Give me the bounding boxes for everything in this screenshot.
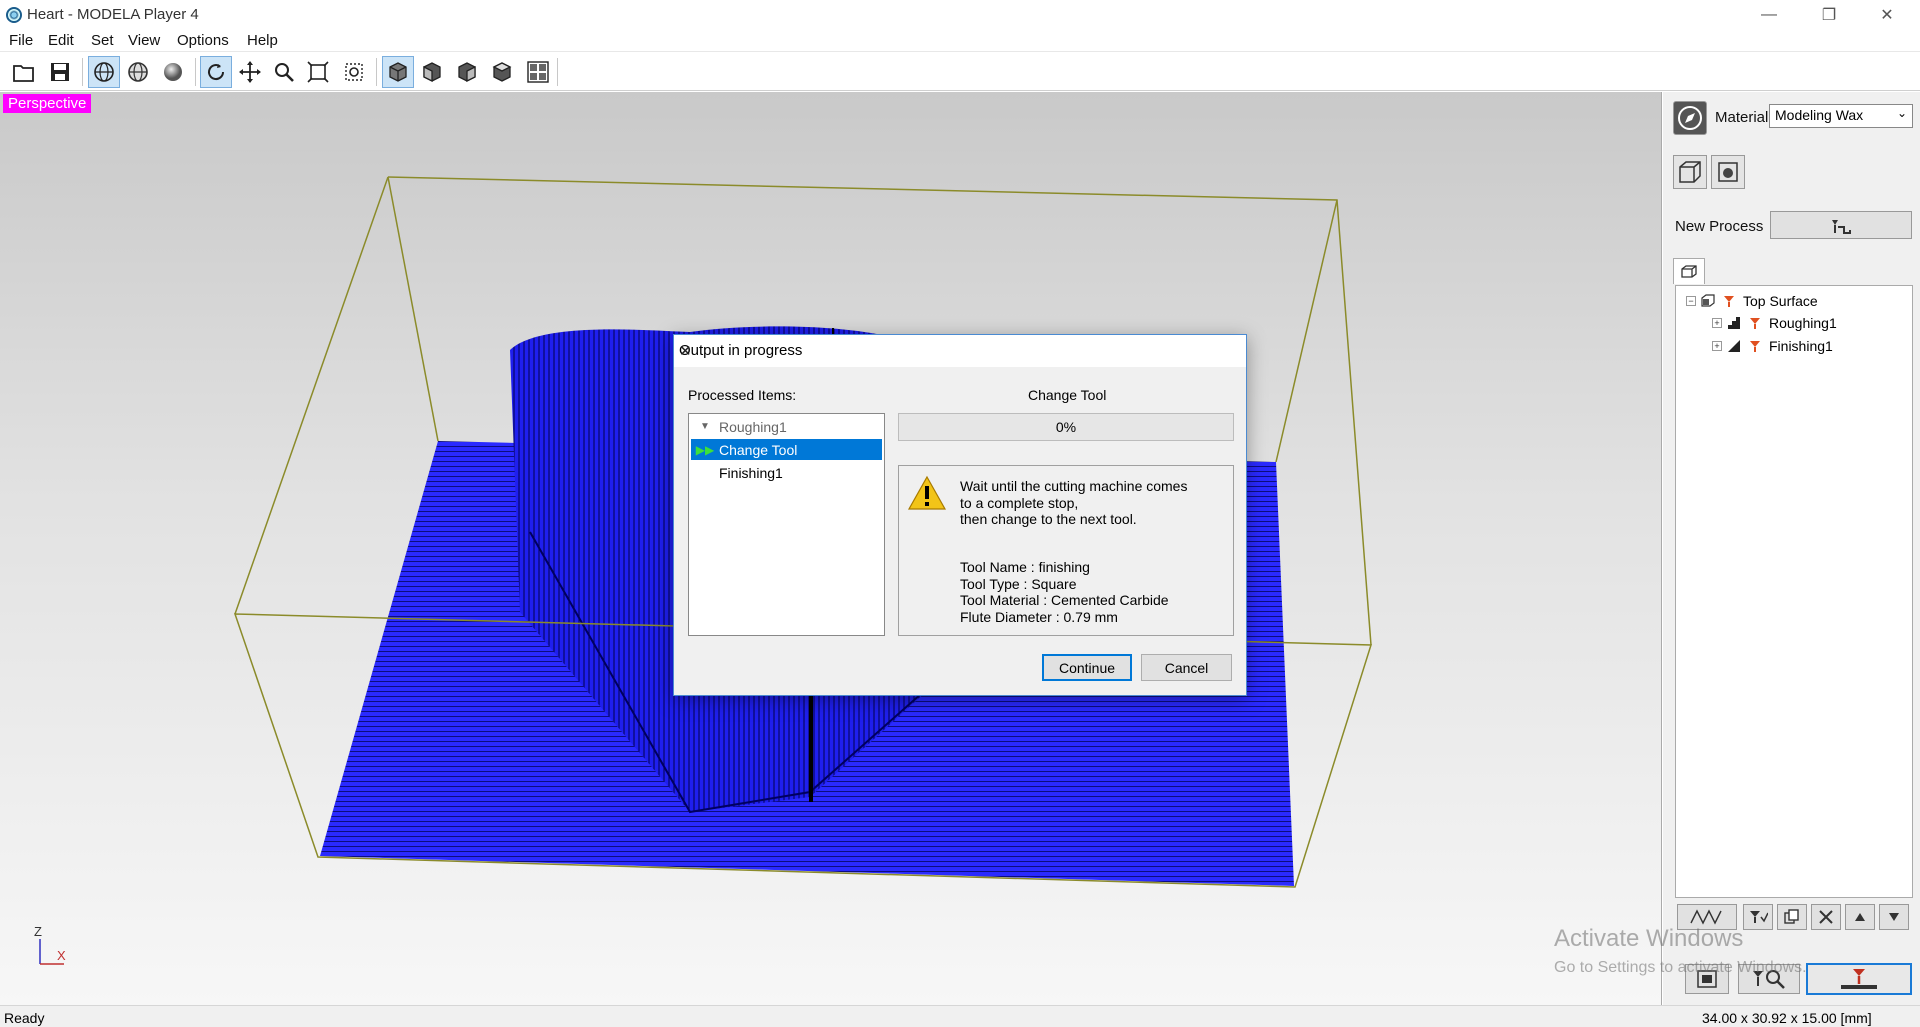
fast-forward-icon: ▶▶ <box>695 442 715 457</box>
tree-item-roughing1[interactable]: + Roughing1 <box>1712 313 1837 333</box>
tree-item-finishing1[interactable]: + Finishing1 <box>1712 336 1833 356</box>
processed-items-list: ▼ Roughing1 ▶▶ Change Tool Finishing1 <box>688 413 885 636</box>
list-item-current[interactable]: ▶▶ Change Tool <box>691 439 882 460</box>
material-label: Material <box>1715 109 1769 126</box>
stock-box-icon[interactable] <box>1673 155 1707 189</box>
new-process-button[interactable] <box>1770 211 1912 239</box>
restore-button[interactable]: ❐ <box>1800 0 1858 30</box>
move-up-icon[interactable] <box>1845 904 1875 930</box>
status-bar: Ready 34.00 x 30.92 x 15.00 [mm] <box>0 1005 1920 1027</box>
delete-icon[interactable] <box>1811 904 1841 930</box>
view-top-icon[interactable] <box>486 56 518 88</box>
output-dialog: Output in progress ✕ Processed Items: ▼ … <box>673 334 1247 696</box>
minimize-button[interactable]: — <box>1740 0 1798 30</box>
milling-tool-icon <box>1724 296 1734 307</box>
zoom-icon[interactable] <box>268 56 300 88</box>
compass-icon[interactable] <box>1673 101 1707 135</box>
tool-material: Tool Material : Cemented Carbide <box>960 592 1169 608</box>
view-label: Perspective <box>3 94 92 113</box>
rotate-icon[interactable] <box>200 56 232 88</box>
processed-items-label: Processed Items: <box>688 387 797 403</box>
window-title: Heart - MODELA Player 4 <box>27 6 199 23</box>
dialog-title-bar: Output in progress ✕ <box>674 335 1246 367</box>
expand-icon[interactable]: + <box>1712 318 1722 328</box>
hidden-line-view-icon[interactable] <box>122 56 154 88</box>
tree-item-top-surface[interactable]: − Top Surface <box>1686 291 1818 311</box>
view-side-icon[interactable] <box>451 56 483 88</box>
axis-z-label: Z <box>34 924 42 939</box>
tree-label: Top Surface <box>1743 293 1818 309</box>
material-value: Modeling Wax <box>1775 107 1864 123</box>
progress-text: 0% <box>1055 419 1077 435</box>
list-item-label: Finishing1 <box>719 464 783 481</box>
menu-bar: File Edit Set View Options Help <box>0 30 1920 52</box>
wireframe-view-icon[interactable] <box>88 56 120 88</box>
activation-watermark-subtitle: Go to Settings to activate Windows. <box>1554 959 1807 976</box>
milling-tool-icon <box>1750 318 1760 329</box>
view-iso-icon[interactable] <box>382 56 414 88</box>
fit-to-window-icon[interactable] <box>302 56 334 88</box>
save-icon[interactable] <box>44 56 76 88</box>
tree-label: Finishing1 <box>1769 338 1833 354</box>
continue-button[interactable]: Continue <box>1042 654 1132 681</box>
status-text: Ready <box>4 1010 45 1026</box>
activation-watermark-title: Activate Windows <box>1554 925 1744 952</box>
model-dimensions: 34.00 x 30.92 x 15.00 [mm] <box>1702 1010 1872 1026</box>
tree-label: Roughing1 <box>1769 315 1837 331</box>
status-heading: Change Tool <box>1028 387 1107 403</box>
app-icon <box>6 7 22 23</box>
list-item[interactable]: Finishing1 <box>691 462 882 483</box>
tool-type: Tool Type : Square <box>960 576 1077 592</box>
close-icon[interactable]: ✕ <box>679 342 1236 360</box>
view-front-icon[interactable] <box>416 56 448 88</box>
title-bar: Heart - MODELA Player 4 — ❐ ✕ <box>0 0 1920 30</box>
surface-icon <box>1701 294 1715 307</box>
expand-icon[interactable]: + <box>1712 341 1722 351</box>
message-line-2: to a complete stop, <box>960 495 1079 511</box>
collapse-icon[interactable]: − <box>1686 296 1696 306</box>
menu-options[interactable]: Options <box>177 32 229 49</box>
menu-view[interactable]: View <box>128 32 160 49</box>
process-tree: − Top Surface + Roughing1 + Finishing1 <box>1675 285 1913 898</box>
model-position-icon[interactable] <box>1711 155 1745 189</box>
menu-edit[interactable]: Edit <box>48 32 74 49</box>
finishing-icon <box>1728 340 1740 352</box>
list-item-label: Change Tool <box>719 441 798 458</box>
warning-icon <box>907 475 947 510</box>
copy-icon[interactable] <box>1777 904 1807 930</box>
open-icon[interactable] <box>8 56 40 88</box>
message-line-1: Wait until the cutting machine comes <box>960 478 1188 494</box>
move-down-icon[interactable] <box>1879 904 1909 930</box>
message-line-3: then change to the next tool. <box>960 511 1137 527</box>
pan-icon[interactable] <box>234 56 266 88</box>
roughing-icon <box>1728 317 1740 329</box>
tool-filter-button[interactable] <box>1743 904 1773 930</box>
cancel-button[interactable]: Cancel <box>1141 654 1232 681</box>
cut-button[interactable] <box>1806 963 1912 995</box>
list-item[interactable]: ▼ Roughing1 <box>691 416 882 437</box>
new-process-label: New Process <box>1675 218 1764 235</box>
triangle-down-icon: ▼ <box>700 421 710 432</box>
message-box: Wait until the cutting machine comes to … <box>898 465 1234 636</box>
menu-set[interactable]: Set <box>91 32 114 49</box>
toolbar <box>0 53 1920 91</box>
close-window-button[interactable]: ✕ <box>1858 0 1916 30</box>
progress-bar: 0% <box>898 413 1234 441</box>
shaded-view-icon[interactable] <box>157 56 189 88</box>
list-item-label: Roughing1 <box>719 418 787 435</box>
axis-x-label: X <box>57 948 66 963</box>
menu-help[interactable]: Help <box>247 32 278 49</box>
milling-tool-icon <box>1750 341 1760 352</box>
zoom-area-icon[interactable] <box>338 56 370 88</box>
tab-process-tree[interactable] <box>1673 258 1705 284</box>
tool-name: Tool Name : finishing <box>960 559 1090 575</box>
chevron-down-icon: ⌄ <box>1896 106 1907 120</box>
material-select[interactable]: Modeling Wax ⌄ <box>1769 104 1913 128</box>
flute-diameter: Flute Diameter : 0.79 mm <box>960 609 1118 625</box>
menu-file[interactable]: File <box>9 32 33 49</box>
four-views-icon[interactable] <box>522 56 554 88</box>
